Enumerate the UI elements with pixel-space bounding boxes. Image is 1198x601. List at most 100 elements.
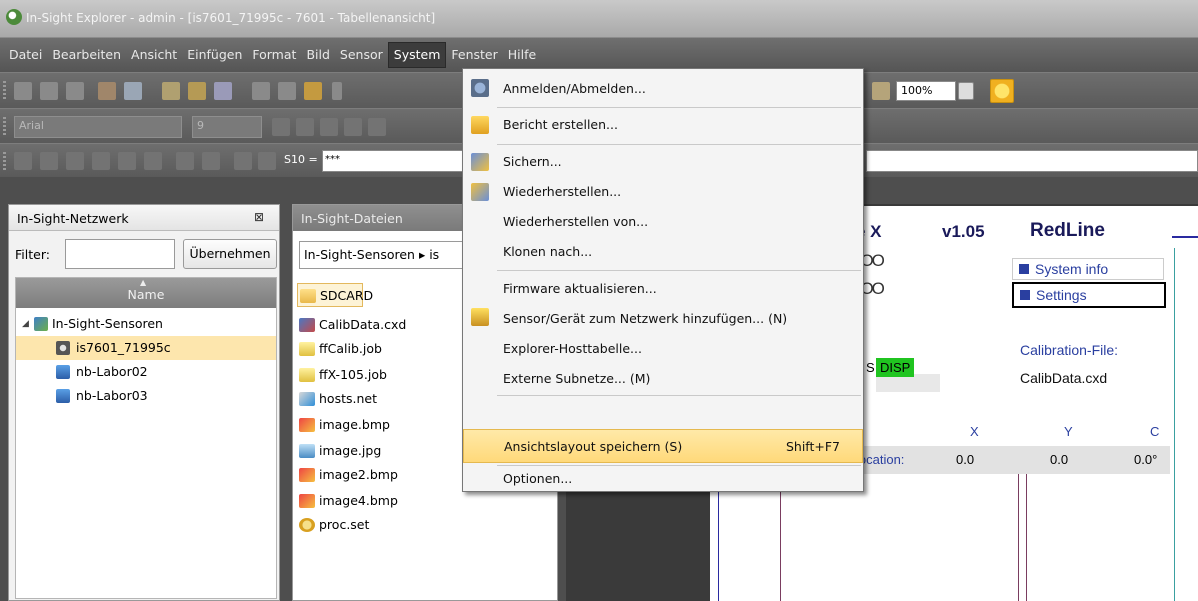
find-icon[interactable] (304, 82, 322, 100)
tree-item-is7601[interactable]: is7601_71995c (16, 336, 276, 360)
function-icon[interactable] (66, 152, 84, 170)
settings-file-icon (299, 518, 315, 532)
spreadsheet-overlay: e X v1.05 RedLine OOOO OOOO System info … (838, 206, 1170, 474)
sensor-tree: Name ▲ ◢ In-Sight-Sensoren is7601_71995c… (15, 277, 277, 599)
cell-icon[interactable] (176, 152, 194, 170)
close-icon[interactable]: ⊠ (254, 210, 264, 224)
toolbar-grip[interactable] (3, 152, 6, 170)
menu-item-external-subnets[interactable]: Externe Subnetze... (M) (463, 363, 863, 393)
menu-item-login[interactable]: Anmelden/Abmelden... (463, 73, 863, 105)
location-c-value: 0.0° (1134, 452, 1158, 467)
undo-icon[interactable] (252, 82, 270, 100)
cut-icon[interactable] (162, 82, 180, 100)
zoom-icon[interactable] (872, 82, 890, 100)
breadcrumb[interactable]: In-Sight-Sensoren ▸ is (299, 241, 489, 269)
menu-item-firmware[interactable]: Firmware aktualisieren... (463, 273, 863, 303)
font-size-select[interactable]: 9 (192, 116, 262, 138)
print-icon[interactable] (98, 82, 116, 100)
table-icon[interactable] (40, 152, 58, 170)
menu-item-add-sensor[interactable]: Sensor/Gerät zum Netzwerk hinzufügen... … (463, 303, 863, 333)
info-icon (1019, 264, 1029, 274)
graphics-icon[interactable] (202, 152, 220, 170)
title-bar: In-Sight Explorer - admin - [is7601_7199… (0, 0, 1198, 38)
toolbar-grip[interactable] (3, 117, 6, 135)
menu-item-restore-from[interactable]: Wiederherstellen von... (463, 207, 863, 237)
location-x-value: 0.0 (956, 452, 975, 467)
graphic-line (718, 474, 719, 601)
file-item-image2[interactable]: image2.bmp (297, 463, 487, 487)
file-item-ffx105[interactable]: ffX-105.job (297, 363, 487, 387)
menu-item-restore[interactable]: Wiederherstellen... (463, 177, 863, 207)
menu-format[interactable]: Format (247, 43, 301, 67)
file-item-image-bmp[interactable]: image.bmp (297, 413, 487, 437)
filter-label: Filter: (15, 247, 50, 262)
menu-item-backup[interactable]: Sichern... (463, 147, 863, 177)
filter-input[interactable] (65, 239, 175, 269)
file-item-image4[interactable]: image4.bmp (297, 489, 487, 513)
menu-bearbeiten[interactable]: Bearbeiten (47, 43, 126, 67)
redo-icon[interactable] (278, 82, 296, 100)
graphic-line (1172, 236, 1198, 238)
open-folder-icon[interactable] (40, 82, 58, 100)
italic-icon[interactable] (296, 118, 314, 136)
file-item-hosts[interactable]: hosts.net (297, 387, 487, 411)
grid-icon[interactable] (14, 152, 32, 170)
file-item-calibdata[interactable]: CalibData.cxd (297, 313, 487, 337)
menu-hilfe[interactable]: Hilfe (503, 43, 541, 67)
font-name-select[interactable]: Arial (14, 116, 182, 138)
menu-item-report[interactable]: Bericht erstellen... (463, 109, 863, 141)
menu-item-host-table[interactable]: Explorer-Hosttabelle... (463, 333, 863, 363)
menu-einfuegen[interactable]: Einfügen (182, 43, 247, 67)
menu-bild[interactable]: Bild (301, 43, 334, 67)
file-item-image-jpg[interactable]: image.jpg (297, 439, 487, 463)
tree-item-insight-sensors[interactable]: ◢ In-Sight-Sensoren (16, 312, 276, 336)
collapse-arrow-icon[interactable]: ◢ (22, 312, 29, 336)
network-panel-title: In-Sight-Netzwerk (17, 211, 129, 226)
formula-input-extended[interactable] (866, 150, 1198, 172)
menu-item-options[interactable]: Optionen... (463, 467, 863, 491)
network-folder-icon (34, 317, 48, 331)
tree-item-nb-labor03[interactable]: nb-Labor03 (16, 384, 276, 408)
file-item-sdcard[interactable]: SDCARD (297, 283, 373, 307)
zoom-dropdown-icon[interactable] (958, 82, 974, 100)
bmp-image-icon (299, 418, 315, 432)
file-item-ffcalib[interactable]: ffCalib.job (297, 337, 487, 361)
menu-ansicht[interactable]: Ansicht (126, 43, 182, 67)
menu-sensor[interactable]: Sensor (335, 43, 388, 67)
cancel-icon[interactable] (258, 152, 276, 170)
toolbar-overflow-icon[interactable] (332, 82, 342, 100)
toolbar-grip[interactable] (3, 81, 6, 99)
file-item-proc[interactable]: proc.set (297, 513, 487, 537)
align-left-icon[interactable] (320, 118, 338, 136)
tree-item-label: In-Sight-Sensoren (52, 316, 163, 331)
select-region-icon[interactable] (92, 152, 110, 170)
column-y-header: Y (1064, 424, 1073, 439)
app-logo-icon (6, 9, 22, 25)
align-right-icon[interactable] (368, 118, 386, 136)
menu-system[interactable]: System (387, 42, 447, 68)
print-preview-icon[interactable] (124, 82, 142, 100)
copy-icon[interactable] (188, 82, 206, 100)
file-name: CalibData.cxd (319, 317, 407, 332)
settings-button[interactable]: Settings (1012, 282, 1166, 308)
tree-item-nb-labor02[interactable]: nb-Labor02 (16, 360, 276, 384)
apply-filter-button[interactable]: Übernehmen (183, 239, 277, 269)
save-icon[interactable] (66, 82, 84, 100)
accept-icon[interactable] (234, 152, 252, 170)
menu-datei[interactable]: Datei (4, 43, 47, 67)
report-icon (471, 116, 489, 134)
new-file-icon[interactable] (14, 82, 32, 100)
align-center-icon[interactable] (344, 118, 362, 136)
zoom-select[interactable]: 100% (896, 81, 956, 101)
system-info-button[interactable]: System info (1012, 258, 1164, 280)
menu-item-save-layout[interactable]: Ansichtslayout speichern (S) Shift+F7 (463, 429, 863, 463)
image-region-icon[interactable] (144, 152, 162, 170)
crosshair-icon[interactable] (118, 152, 136, 170)
menu-fenster[interactable]: Fenster (446, 43, 502, 67)
network-panel-header: In-Sight-Netzwerk ⊠ (9, 205, 279, 231)
paste-icon[interactable] (214, 82, 232, 100)
menu-item-clone[interactable]: Klonen nach... (463, 237, 863, 267)
online-power-icon[interactable] (990, 79, 1014, 103)
bold-icon[interactable] (272, 118, 290, 136)
file-name: image4.bmp (319, 493, 398, 508)
